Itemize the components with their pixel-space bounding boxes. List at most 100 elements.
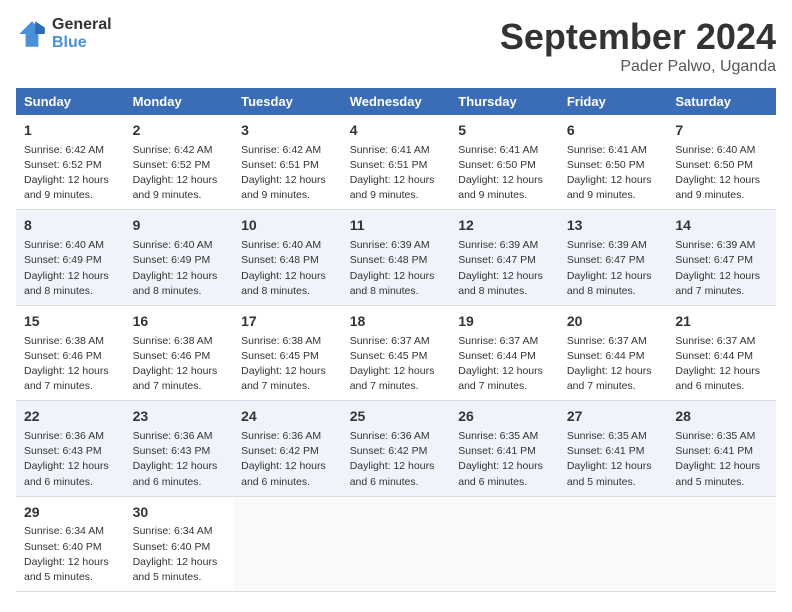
table-cell: 29 Sunrise: 6:34 AM Sunset: 6:40 PM Dayl… bbox=[16, 496, 125, 591]
daylight-minutes: and 5 minutes. bbox=[24, 571, 93, 583]
sunset-label: Sunset: 6:44 PM bbox=[567, 350, 645, 362]
sunset-label: Sunset: 6:52 PM bbox=[133, 159, 211, 171]
day-info: Sunrise: 6:38 AM Sunset: 6:46 PM Dayligh… bbox=[24, 334, 117, 395]
header-friday: Friday bbox=[559, 88, 668, 115]
day-info: Sunrise: 6:39 AM Sunset: 6:47 PM Dayligh… bbox=[567, 238, 660, 299]
table-cell bbox=[667, 496, 776, 591]
table-cell: 7 Sunrise: 6:40 AM Sunset: 6:50 PM Dayli… bbox=[667, 115, 776, 210]
day-info: Sunrise: 6:35 AM Sunset: 6:41 PM Dayligh… bbox=[675, 429, 768, 490]
daylight-minutes: and 9 minutes. bbox=[24, 189, 93, 201]
sunrise-label: Sunrise: 6:36 AM bbox=[241, 430, 321, 442]
daylight-label: Daylight: 12 hours bbox=[133, 460, 218, 472]
daylight-minutes: and 8 minutes. bbox=[241, 285, 310, 297]
day-info: Sunrise: 6:37 AM Sunset: 6:44 PM Dayligh… bbox=[567, 334, 660, 395]
sunset-label: Sunset: 6:48 PM bbox=[241, 254, 319, 266]
daylight-label: Daylight: 12 hours bbox=[350, 270, 435, 282]
daylight-label: Daylight: 12 hours bbox=[567, 460, 652, 472]
sunrise-label: Sunrise: 6:36 AM bbox=[24, 430, 104, 442]
table-cell: 10 Sunrise: 6:40 AM Sunset: 6:48 PM Dayl… bbox=[233, 210, 342, 305]
daylight-label: Daylight: 12 hours bbox=[675, 365, 760, 377]
sunset-label: Sunset: 6:52 PM bbox=[24, 159, 102, 171]
day-info: Sunrise: 6:40 AM Sunset: 6:50 PM Dayligh… bbox=[675, 143, 768, 204]
daylight-minutes: and 6 minutes. bbox=[24, 476, 93, 488]
daylight-minutes: and 7 minutes. bbox=[133, 380, 202, 392]
logo-text: General Blue bbox=[52, 16, 112, 51]
daylight-minutes: and 6 minutes. bbox=[241, 476, 310, 488]
sunset-label: Sunset: 6:40 PM bbox=[133, 541, 211, 553]
day-number: 1 bbox=[24, 121, 117, 141]
day-info: Sunrise: 6:42 AM Sunset: 6:52 PM Dayligh… bbox=[24, 143, 117, 204]
daylight-label: Daylight: 12 hours bbox=[350, 365, 435, 377]
header-saturday: Saturday bbox=[667, 88, 776, 115]
daylight-minutes: and 9 minutes. bbox=[133, 189, 202, 201]
daylight-minutes: and 7 minutes. bbox=[350, 380, 419, 392]
day-number: 17 bbox=[241, 312, 334, 332]
day-number: 21 bbox=[675, 312, 768, 332]
sunrise-label: Sunrise: 6:42 AM bbox=[133, 144, 213, 156]
table-cell: 25 Sunrise: 6:36 AM Sunset: 6:42 PM Dayl… bbox=[342, 401, 451, 496]
sunrise-label: Sunrise: 6:39 AM bbox=[675, 239, 755, 251]
table-cell: 8 Sunrise: 6:40 AM Sunset: 6:49 PM Dayli… bbox=[16, 210, 125, 305]
day-number: 13 bbox=[567, 216, 660, 236]
sunset-label: Sunset: 6:42 PM bbox=[241, 445, 319, 457]
sunrise-label: Sunrise: 6:35 AM bbox=[458, 430, 538, 442]
day-info: Sunrise: 6:35 AM Sunset: 6:41 PM Dayligh… bbox=[567, 429, 660, 490]
sunset-label: Sunset: 6:50 PM bbox=[675, 159, 753, 171]
day-number: 15 bbox=[24, 312, 117, 332]
day-info: Sunrise: 6:42 AM Sunset: 6:52 PM Dayligh… bbox=[133, 143, 226, 204]
sunrise-label: Sunrise: 6:41 AM bbox=[567, 144, 647, 156]
table-cell bbox=[342, 496, 451, 591]
table-header-row: SundayMondayTuesdayWednesdayThursdayFrid… bbox=[16, 88, 776, 115]
day-info: Sunrise: 6:38 AM Sunset: 6:46 PM Dayligh… bbox=[133, 334, 226, 395]
header-wednesday: Wednesday bbox=[342, 88, 451, 115]
sunrise-label: Sunrise: 6:34 AM bbox=[133, 525, 213, 537]
sunset-label: Sunset: 6:48 PM bbox=[350, 254, 428, 266]
table-cell: 5 Sunrise: 6:41 AM Sunset: 6:50 PM Dayli… bbox=[450, 115, 559, 210]
calendar-week-row: 22 Sunrise: 6:36 AM Sunset: 6:43 PM Dayl… bbox=[16, 401, 776, 496]
daylight-minutes: and 8 minutes. bbox=[567, 285, 636, 297]
sunset-label: Sunset: 6:42 PM bbox=[350, 445, 428, 457]
sunrise-label: Sunrise: 6:39 AM bbox=[567, 239, 647, 251]
sunrise-label: Sunrise: 6:42 AM bbox=[24, 144, 104, 156]
table-cell: 11 Sunrise: 6:39 AM Sunset: 6:48 PM Dayl… bbox=[342, 210, 451, 305]
daylight-label: Daylight: 12 hours bbox=[24, 460, 109, 472]
calendar-table: SundayMondayTuesdayWednesdayThursdayFrid… bbox=[16, 88, 776, 592]
logo-general-text: General bbox=[52, 16, 112, 34]
day-info: Sunrise: 6:36 AM Sunset: 6:42 PM Dayligh… bbox=[350, 429, 443, 490]
daylight-label: Daylight: 12 hours bbox=[567, 365, 652, 377]
daylight-label: Daylight: 12 hours bbox=[350, 460, 435, 472]
daylight-minutes: and 8 minutes. bbox=[350, 285, 419, 297]
table-cell: 24 Sunrise: 6:36 AM Sunset: 6:42 PM Dayl… bbox=[233, 401, 342, 496]
sunrise-label: Sunrise: 6:40 AM bbox=[24, 239, 104, 251]
daylight-label: Daylight: 12 hours bbox=[24, 556, 109, 568]
daylight-minutes: and 6 minutes. bbox=[350, 476, 419, 488]
day-info: Sunrise: 6:41 AM Sunset: 6:50 PM Dayligh… bbox=[458, 143, 551, 204]
sunrise-label: Sunrise: 6:35 AM bbox=[675, 430, 755, 442]
table-cell: 13 Sunrise: 6:39 AM Sunset: 6:47 PM Dayl… bbox=[559, 210, 668, 305]
header-thursday: Thursday bbox=[450, 88, 559, 115]
day-info: Sunrise: 6:42 AM Sunset: 6:51 PM Dayligh… bbox=[241, 143, 334, 204]
daylight-minutes: and 9 minutes. bbox=[458, 189, 527, 201]
table-cell: 20 Sunrise: 6:37 AM Sunset: 6:44 PM Dayl… bbox=[559, 305, 668, 400]
sunset-label: Sunset: 6:45 PM bbox=[241, 350, 319, 362]
day-info: Sunrise: 6:37 AM Sunset: 6:44 PM Dayligh… bbox=[675, 334, 768, 395]
day-number: 22 bbox=[24, 407, 117, 427]
daylight-label: Daylight: 12 hours bbox=[567, 174, 652, 186]
table-cell: 19 Sunrise: 6:37 AM Sunset: 6:44 PM Dayl… bbox=[450, 305, 559, 400]
sunrise-label: Sunrise: 6:37 AM bbox=[350, 335, 430, 347]
table-cell: 9 Sunrise: 6:40 AM Sunset: 6:49 PM Dayli… bbox=[125, 210, 234, 305]
calendar-week-row: 1 Sunrise: 6:42 AM Sunset: 6:52 PM Dayli… bbox=[16, 115, 776, 210]
sunset-label: Sunset: 6:40 PM bbox=[24, 541, 102, 553]
table-cell bbox=[450, 496, 559, 591]
day-number: 5 bbox=[458, 121, 551, 141]
sunset-label: Sunset: 6:49 PM bbox=[133, 254, 211, 266]
table-cell: 22 Sunrise: 6:36 AM Sunset: 6:43 PM Dayl… bbox=[16, 401, 125, 496]
day-number: 6 bbox=[567, 121, 660, 141]
table-cell: 15 Sunrise: 6:38 AM Sunset: 6:46 PM Dayl… bbox=[16, 305, 125, 400]
sunrise-label: Sunrise: 6:35 AM bbox=[567, 430, 647, 442]
sunrise-label: Sunrise: 6:39 AM bbox=[350, 239, 430, 251]
sunrise-label: Sunrise: 6:37 AM bbox=[567, 335, 647, 347]
day-number: 28 bbox=[675, 407, 768, 427]
table-cell: 21 Sunrise: 6:37 AM Sunset: 6:44 PM Dayl… bbox=[667, 305, 776, 400]
day-info: Sunrise: 6:36 AM Sunset: 6:42 PM Dayligh… bbox=[241, 429, 334, 490]
